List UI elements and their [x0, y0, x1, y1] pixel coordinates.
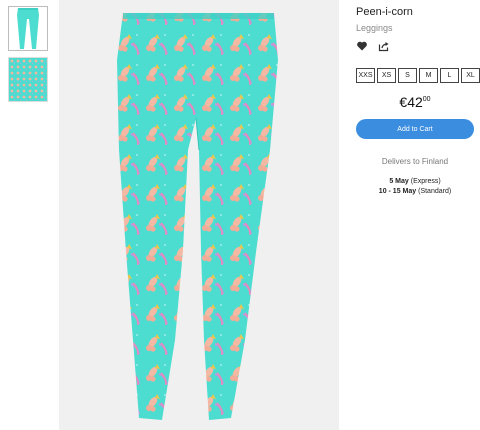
- pattern-swatch-image: [9, 58, 47, 101]
- size-option-s[interactable]: S: [398, 68, 417, 83]
- product-image-stage: [59, 0, 339, 430]
- size-option-xs[interactable]: XS: [377, 68, 396, 83]
- thumbnail-pattern[interactable]: [8, 57, 48, 102]
- thumbnail-list: [8, 6, 48, 108]
- delivery-dates: 5 May (Express) 10 - 15 May (Standard): [356, 177, 474, 197]
- size-option-xl[interactable]: XL: [461, 68, 480, 83]
- price-main: €42: [399, 94, 423, 110]
- size-option-xxs[interactable]: XXS: [356, 68, 375, 83]
- product-title: Peen-i-corn: [356, 6, 413, 18]
- leggings-product-image: [59, 0, 339, 430]
- size-option-m[interactable]: M: [419, 68, 438, 83]
- product-info: Peen-i-corn Leggings: [356, 6, 476, 53]
- delivery-destination[interactable]: Delivers to Finland: [356, 157, 474, 166]
- product-actions: [356, 39, 476, 53]
- thumbnail-leggings[interactable]: [8, 6, 48, 51]
- leggings-thumbnail-image: [17, 8, 39, 49]
- delivery-express: 5 May (Express): [356, 177, 474, 187]
- product-price: €4200: [356, 94, 474, 110]
- heart-icon[interactable]: [356, 39, 370, 53]
- standard-date: 10 - 15 May: [378, 188, 417, 195]
- product-type[interactable]: Leggings: [356, 23, 476, 33]
- express-label: (Express): [410, 178, 441, 185]
- add-to-cart-button[interactable]: Add to Cart: [356, 119, 474, 139]
- delivery-standard: 10 - 15 May (Standard): [356, 187, 474, 197]
- price-cents: 00: [422, 96, 431, 103]
- share-icon[interactable]: [378, 39, 392, 53]
- size-selector: XXS XS S M L XL: [356, 68, 480, 83]
- express-date: 5 May: [389, 178, 409, 185]
- size-option-l[interactable]: L: [440, 68, 459, 83]
- standard-label: (Standard): [418, 188, 452, 195]
